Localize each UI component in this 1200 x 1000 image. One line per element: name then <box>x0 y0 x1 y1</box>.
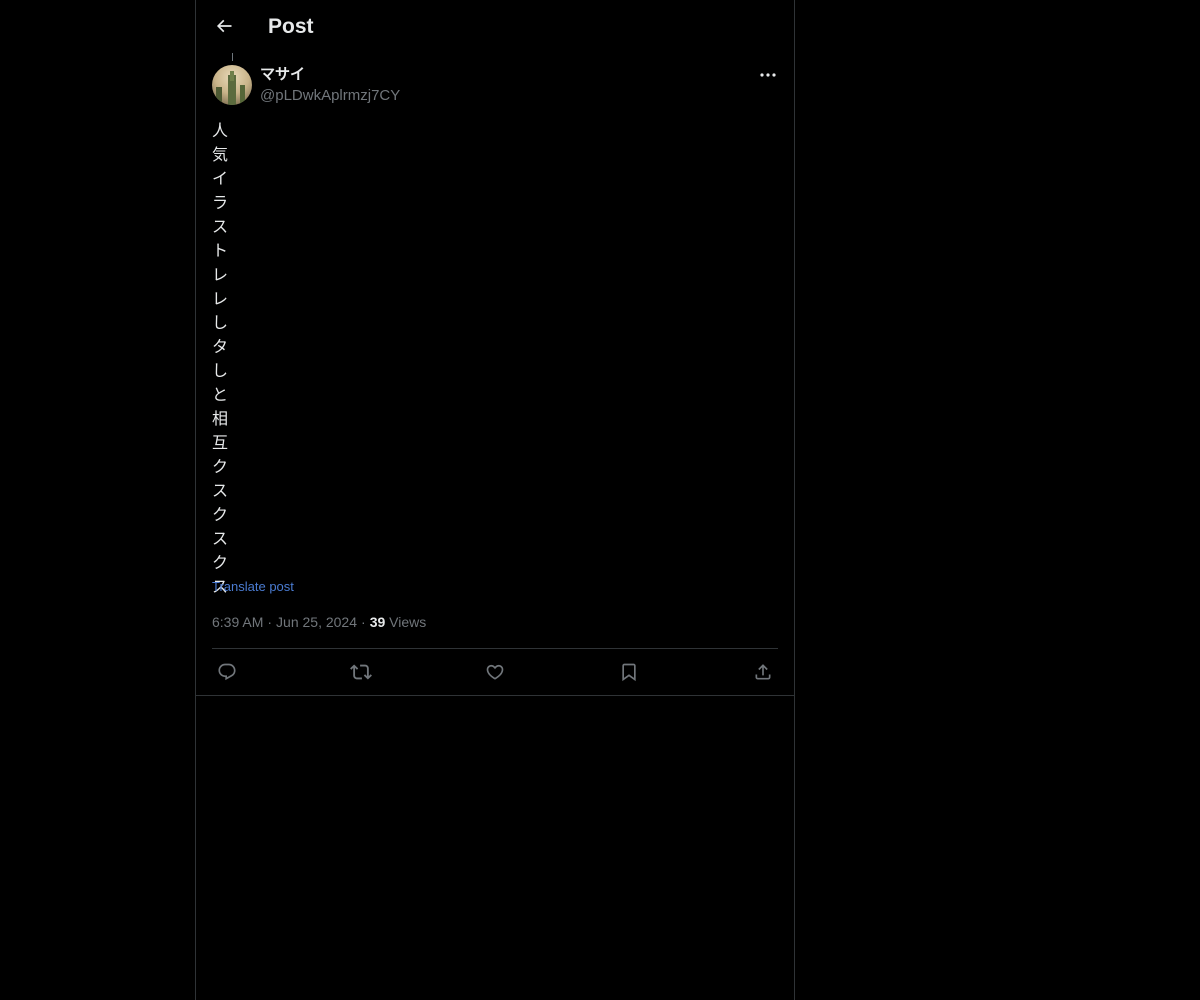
bookmark-icon <box>619 662 639 682</box>
avatar[interactable] <box>212 65 252 105</box>
views-label: Views <box>389 614 427 630</box>
author-handle[interactable]: @pLDwkAplrmzj7CY <box>260 86 400 106</box>
post-time[interactable]: 6:39 AM <box>212 614 263 630</box>
author-display-name[interactable]: マサイ <box>260 65 305 85</box>
meta-separator: · <box>361 614 366 630</box>
divider <box>196 695 794 696</box>
meta-separator: · <box>267 614 273 630</box>
arrow-left-icon <box>214 16 234 36</box>
share-button[interactable] <box>751 660 775 684</box>
back-button[interactable] <box>208 10 240 42</box>
page-title: Post <box>268 15 314 38</box>
reply-icon <box>217 662 237 682</box>
page-header: Post <box>196 0 794 53</box>
thread-connector <box>232 53 233 61</box>
repost-button[interactable] <box>349 660 373 684</box>
post-metadata: 6:39 AM · Jun 25, 2024 · 39 Views <box>212 612 426 632</box>
main-column: Post マサイ @pLDwkAplrmzj7CY 人気イラストレレしタしと相互… <box>195 0 795 1000</box>
reply-button[interactable] <box>215 660 239 684</box>
translate-post-link[interactable]: Translate post <box>212 578 294 596</box>
post-text: 人気イラストレレしタしと相互クスクスクス <box>212 121 229 596</box>
action-bar <box>212 649 778 695</box>
share-icon <box>753 662 773 682</box>
repost-icon <box>350 661 372 683</box>
more-options-button[interactable] <box>756 65 780 85</box>
heart-icon <box>485 662 505 682</box>
views-count: 39 <box>369 614 386 630</box>
bookmark-button[interactable] <box>617 660 641 684</box>
more-dots-icon <box>760 73 776 77</box>
like-button[interactable] <box>483 660 507 684</box>
post-date[interactable]: Jun 25, 2024 <box>276 614 357 630</box>
